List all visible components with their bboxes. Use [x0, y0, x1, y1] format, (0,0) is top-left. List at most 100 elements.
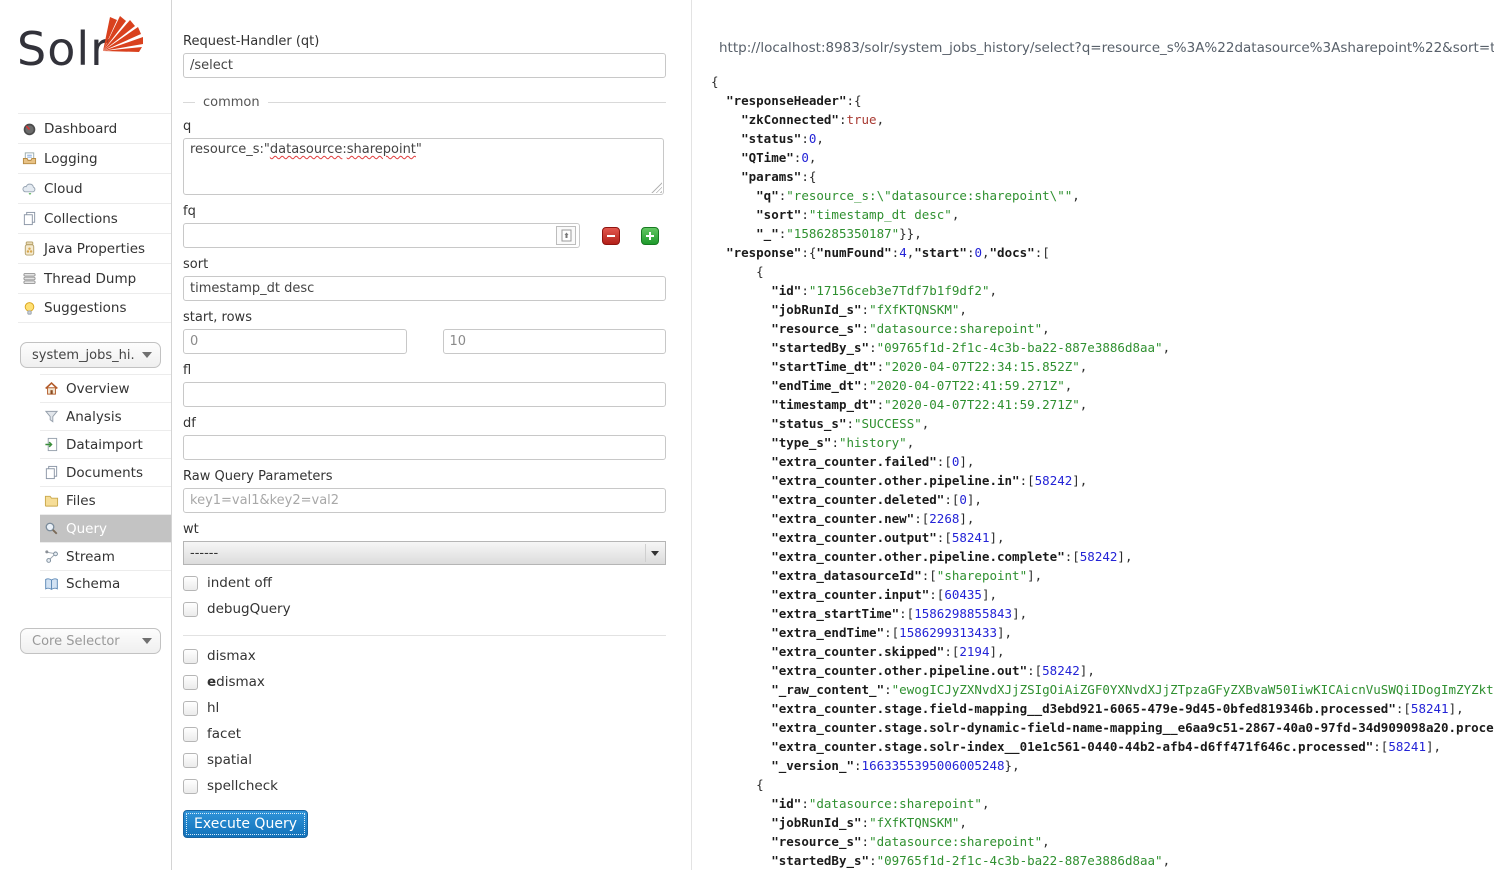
- request-handler-label: Request-Handler (qt): [183, 34, 666, 49]
- request-handler-input[interactable]: [183, 53, 666, 78]
- solr-logo-text: Solr: [17, 22, 110, 76]
- indent-checkbox-row[interactable]: indent off: [183, 575, 666, 591]
- files-icon: [44, 493, 59, 508]
- dashboard-icon: [22, 121, 37, 136]
- sidebar-item-cloud[interactable]: Cloud: [18, 173, 171, 203]
- sidebar-item-label: Suggestions: [44, 300, 127, 316]
- core-item-files[interactable]: Files: [40, 486, 171, 514]
- core-item-stream[interactable]: Stream: [40, 542, 171, 570]
- core-item-documents[interactable]: Documents: [40, 458, 171, 486]
- sidebar-item-label: Logging: [44, 151, 98, 167]
- suggestions-icon: [22, 301, 37, 316]
- hl-checkbox[interactable]: [183, 701, 198, 716]
- second-core-selector-dropdown[interactable]: Core Selector: [20, 628, 161, 654]
- sort-input[interactable]: [183, 276, 666, 301]
- dismax-checkbox[interactable]: [183, 649, 198, 664]
- sidebar-item-logging[interactable]: Logging: [18, 143, 171, 173]
- solr-logo: Solr: [0, 0, 171, 100]
- debugquery-checkbox[interactable]: [183, 602, 198, 617]
- execute-query-button[interactable]: Execute Query: [183, 810, 308, 838]
- sidebar-item-label: Dashboard: [44, 121, 117, 137]
- sidebar-item-suggestions[interactable]: Suggestions: [18, 293, 171, 323]
- indent-checkbox[interactable]: [183, 576, 198, 591]
- debugquery-checkbox-row[interactable]: debugQuery: [183, 601, 666, 617]
- edismax-label: edismax: [207, 674, 265, 690]
- wt-select[interactable]: ------: [183, 541, 666, 565]
- facet-label: facet: [207, 726, 241, 742]
- dismax-checkbox-row[interactable]: dismax: [183, 648, 666, 664]
- sort-label: sort: [183, 257, 666, 272]
- sidebar-item-collections[interactable]: Collections: [18, 203, 171, 233]
- query-icon: [44, 521, 59, 536]
- spatial-checkbox-row[interactable]: spatial: [183, 752, 666, 768]
- spellcheck-label: spellcheck: [207, 778, 278, 794]
- df-input[interactable]: [183, 435, 666, 460]
- options-divider: [183, 635, 666, 636]
- fq-label: fq: [183, 204, 666, 219]
- sidebar-item-label: Java Properties: [44, 241, 145, 257]
- result-pane: http://localhost:8983/solr/system_jobs_h…: [691, 0, 1494, 870]
- spellcheck-checkbox[interactable]: [183, 779, 198, 794]
- spellcheck-checkbox-row[interactable]: spellcheck: [183, 778, 666, 794]
- core-item-overview[interactable]: Overview: [40, 374, 171, 402]
- sidebar-item-label: Cloud: [44, 181, 83, 197]
- dismax-label: dismax: [207, 648, 256, 664]
- core-item-query[interactable]: Query: [40, 514, 171, 542]
- fl-label: fl: [183, 363, 666, 378]
- sidebar-item-label: Collections: [44, 211, 118, 227]
- add-fq-button[interactable]: [641, 227, 659, 245]
- core-item-label: Schema: [66, 576, 120, 592]
- core-item-schema[interactable]: Schema: [40, 570, 171, 598]
- sidebar-item-label: Thread Dump: [44, 271, 136, 287]
- core-selector-value: system_jobs_hi...: [32, 348, 136, 363]
- rows-input[interactable]: [443, 329, 667, 354]
- hl-label: hl: [207, 700, 219, 716]
- remove-fq-button[interactable]: [602, 227, 620, 245]
- query-form: Request-Handler (qt) common q resource_s…: [183, 0, 666, 838]
- fq-field-icon[interactable]: [556, 226, 576, 245]
- edismax-checkbox-row[interactable]: edismax: [183, 674, 666, 690]
- chevron-down-icon: [142, 638, 152, 644]
- sidebar: Solr Dashboard Logging Cloud: [0, 0, 172, 870]
- sidebar-item-thread-dump[interactable]: Thread Dump: [18, 263, 171, 293]
- start-input[interactable]: [183, 329, 407, 354]
- facet-checkbox[interactable]: [183, 727, 198, 742]
- core-item-dataimport[interactable]: Dataimport: [40, 430, 171, 458]
- core-item-label: Files: [66, 493, 96, 509]
- dataimport-icon: [44, 437, 59, 452]
- common-fieldset-legend: common: [183, 95, 666, 110]
- collections-icon: [22, 211, 37, 226]
- chevron-down-icon: [651, 551, 659, 556]
- core-item-label: Analysis: [66, 409, 122, 425]
- sidebar-item-dashboard[interactable]: Dashboard: [18, 113, 171, 143]
- wt-selected-value: ------: [190, 546, 645, 561]
- sidebar-item-java-properties[interactable]: Java Properties: [18, 233, 171, 263]
- core-item-label: Stream: [66, 549, 115, 565]
- q-input[interactable]: resource_s:"datasource:sharepoint": [183, 138, 664, 195]
- thread-dump-icon: [22, 271, 37, 286]
- overview-icon: [44, 381, 59, 396]
- core-item-label: Documents: [66, 465, 143, 481]
- core-item-analysis[interactable]: Analysis: [40, 402, 171, 430]
- analysis-icon: [44, 409, 59, 424]
- raw-query-input[interactable]: [183, 488, 666, 513]
- facet-checkbox-row[interactable]: facet: [183, 726, 666, 742]
- solr-sunburst-icon: [98, 13, 146, 57]
- fq-input[interactable]: [183, 223, 580, 248]
- query-url-link[interactable]: http://localhost:8983/solr/system_jobs_h…: [711, 40, 1494, 56]
- indent-label: indent off: [207, 575, 272, 591]
- core-menu: Overview Analysis Dataimport Documents F…: [40, 374, 171, 598]
- documents-icon: [44, 465, 59, 480]
- java-properties-icon: [22, 241, 37, 256]
- logging-icon: [22, 151, 37, 166]
- edismax-checkbox[interactable]: [183, 675, 198, 690]
- core-selector-placeholder: Core Selector: [32, 634, 136, 649]
- hl-checkbox-row[interactable]: hl: [183, 700, 666, 716]
- spatial-checkbox[interactable]: [183, 753, 198, 768]
- json-response: { "responseHeader":{ "zkConnected":true,…: [711, 72, 1494, 870]
- schema-icon: [44, 577, 59, 592]
- fl-input[interactable]: [183, 382, 666, 407]
- spatial-label: spatial: [207, 752, 252, 768]
- chevron-down-icon: [142, 352, 152, 358]
- core-selector-dropdown[interactable]: system_jobs_hi...: [20, 342, 161, 368]
